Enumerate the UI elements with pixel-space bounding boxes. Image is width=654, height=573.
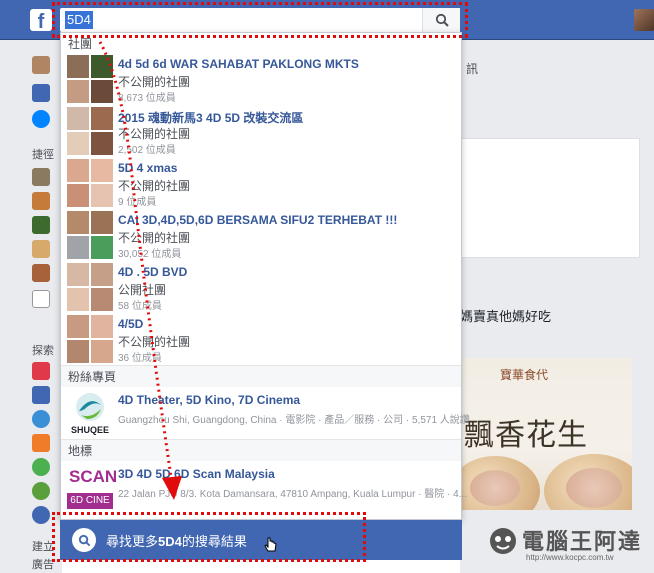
post-text: 媽賣真他媽好吃: [460, 309, 552, 324]
sidebar-label-ads: 廣告: [32, 559, 54, 571]
facebook-logo-icon[interactable]: f: [30, 9, 52, 31]
watermark-mascot-icon: [490, 528, 516, 554]
messenger-icon[interactable]: [32, 110, 50, 128]
sidebar-label-explore: 探索: [32, 345, 54, 357]
shortcut-icon-3[interactable]: [32, 216, 50, 234]
user-avatar[interactable]: [634, 9, 654, 31]
annotation-arrow: [98, 41, 182, 500]
games-icon[interactable]: [32, 458, 50, 476]
profile-avatar-icon[interactable]: [32, 56, 50, 74]
groups-icon[interactable]: [32, 410, 50, 428]
left-sidebar: 捷徑 探索 建立 廣告: [0, 40, 62, 573]
calendar-icon[interactable]: [32, 290, 50, 308]
gavel-icon[interactable]: [32, 264, 50, 282]
events-icon[interactable]: [32, 434, 50, 452]
saved-icon[interactable]: [32, 482, 50, 500]
watermark-text: 電腦王阿達: [522, 530, 643, 555]
right-partial-label: 訊: [466, 62, 479, 76]
bookmark-icon[interactable]: [32, 362, 50, 380]
news-feed-icon[interactable]: [32, 84, 50, 102]
shortcut-icon-2[interactable]: [32, 192, 50, 210]
post-image[interactable]: 寶華食代 飄香花生: [460, 358, 632, 510]
pages-icon[interactable]: [32, 386, 50, 404]
annotation-search-highlight: [52, 2, 468, 38]
sidebar-label-create: 建立: [32, 541, 54, 553]
composer-card: [460, 138, 640, 258]
food-title-text: 飄香花生: [464, 418, 588, 453]
sidebar-label-shortcuts: 捷徑: [32, 149, 54, 161]
watermark: 電腦王阿達 http://www.kocpc.com.tw: [488, 522, 648, 566]
memories-icon[interactable]: [32, 506, 50, 524]
shortcut-icon-1[interactable]: [32, 168, 50, 186]
annotation-more-highlight: [52, 512, 366, 562]
watermark-url: http://www.kocpc.com.tw: [526, 553, 614, 562]
food-brand-text: 寶華食代: [500, 368, 549, 382]
shortcut-icon-4[interactable]: [32, 240, 50, 258]
